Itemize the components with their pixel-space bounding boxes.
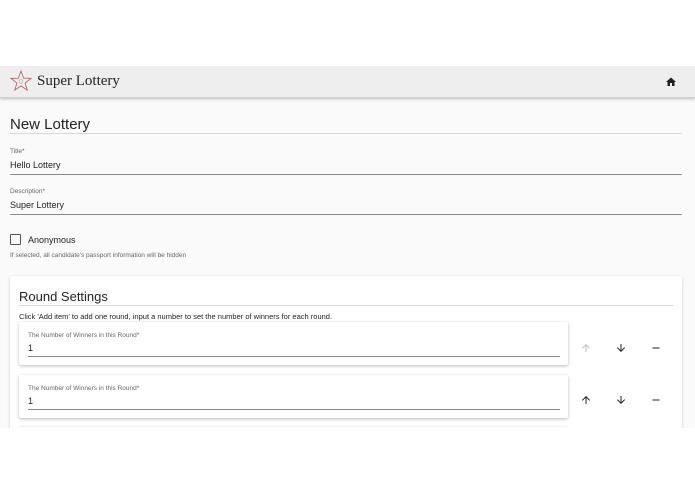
round-winners-input[interactable]: 1 — [28, 343, 33, 353]
title-underline — [10, 174, 682, 175]
title-input[interactable]: Hello Lottery — [10, 160, 682, 172]
page-title: New Lottery — [10, 116, 91, 133]
move-up-button[interactable] — [577, 339, 595, 357]
app-viewport: Super Lottery New Lottery Title* Hello L… — [0, 66, 695, 428]
arrow-up-icon — [582, 396, 590, 404]
description-input[interactable]: Super Lottery — [10, 200, 682, 212]
anonymous-checkbox[interactable] — [10, 234, 21, 245]
round-settings-title: Round Settings — [19, 289, 108, 304]
remove-round-button[interactable] — [647, 339, 665, 357]
round-item — [19, 427, 568, 428]
round-winners-label: The Number of Winners in this Round* — [28, 332, 140, 339]
round-settings-divider — [19, 305, 673, 306]
move-down-button[interactable] — [612, 339, 630, 357]
app-title: Super Lottery — [37, 73, 120, 89]
round-item: The Number of Winners in this Round* 1 — [19, 322, 568, 365]
round-winners-input[interactable]: 1 — [28, 396, 33, 406]
arrow-up-icon — [582, 344, 590, 352]
arrow-down-icon — [617, 344, 625, 352]
app-bar: Super Lottery — [0, 66, 695, 98]
round-item: The Number of Winners in this Round* 1 — [19, 375, 568, 418]
anonymous-label: Anonymous — [28, 234, 76, 245]
description-field-label: Description* — [10, 188, 46, 195]
anonymous-option[interactable]: Anonymous — [10, 234, 76, 245]
round-winners-underline — [28, 356, 560, 357]
description-field[interactable]: Description* Super Lottery — [10, 188, 682, 215]
round-winners-label: The Number of Winners in this Round* — [28, 385, 140, 392]
anonymous-helper-text: If selected, all candidate's passport in… — [10, 252, 187, 259]
move-down-button[interactable] — [612, 391, 630, 409]
description-underline — [10, 214, 682, 215]
remove-round-button[interactable] — [647, 391, 665, 409]
arrow-down-icon — [617, 396, 625, 404]
title-field[interactable]: Title* Hello Lottery — [10, 148, 682, 175]
minus-icon — [652, 347, 660, 349]
move-up-button[interactable] — [577, 391, 595, 409]
round-settings-description: Click 'Add item' to add one round, input… — [19, 312, 333, 321]
round-winners-underline — [28, 409, 560, 410]
minus-icon — [652, 399, 660, 401]
title-field-label: Title* — [10, 148, 25, 155]
round-settings-card: Round Settings Click 'Add item' to add o… — [10, 276, 682, 428]
home-button[interactable] — [661, 72, 681, 92]
title-divider — [10, 133, 682, 134]
home-icon — [666, 77, 676, 86]
star-logo-icon — [9, 69, 33, 93]
